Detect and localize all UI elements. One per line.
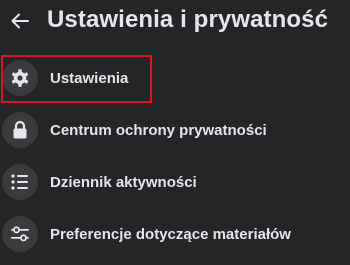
menu-item-settings[interactable]: Ustawienia (0, 52, 350, 104)
gear-icon (11, 69, 29, 87)
menu-item-label: Dziennik aktywności (50, 173, 197, 191)
sliders-icon (11, 226, 29, 242)
back-button[interactable] (8, 9, 32, 33)
settings-menu: Ustawienia Centrum ochrony prywatności D… (0, 52, 350, 260)
header: Ustawienia i prywatność (0, 0, 350, 46)
list-icon (11, 174, 28, 190)
menu-item-activity-log[interactable]: Dziennik aktywności (0, 156, 350, 208)
menu-item-privacy-center[interactable]: Centrum ochrony prywatności (0, 104, 350, 156)
menu-item-icon-container (2, 112, 38, 148)
arrow-left-icon (11, 13, 29, 29)
menu-item-label: Preferencje dotyczące materiałów (50, 225, 291, 243)
menu-item-content-preferences[interactable]: Preferencje dotyczące materiałów (0, 208, 350, 260)
menu-item-icon-container (2, 216, 38, 252)
menu-item-label: Ustawienia (50, 69, 129, 87)
menu-item-icon-container (2, 60, 38, 96)
menu-item-icon-container (2, 164, 38, 200)
lock-icon (13, 120, 27, 139)
page-title: Ustawienia i prywatność (47, 6, 329, 33)
menu-item-label: Centrum ochrony prywatności (50, 121, 267, 139)
